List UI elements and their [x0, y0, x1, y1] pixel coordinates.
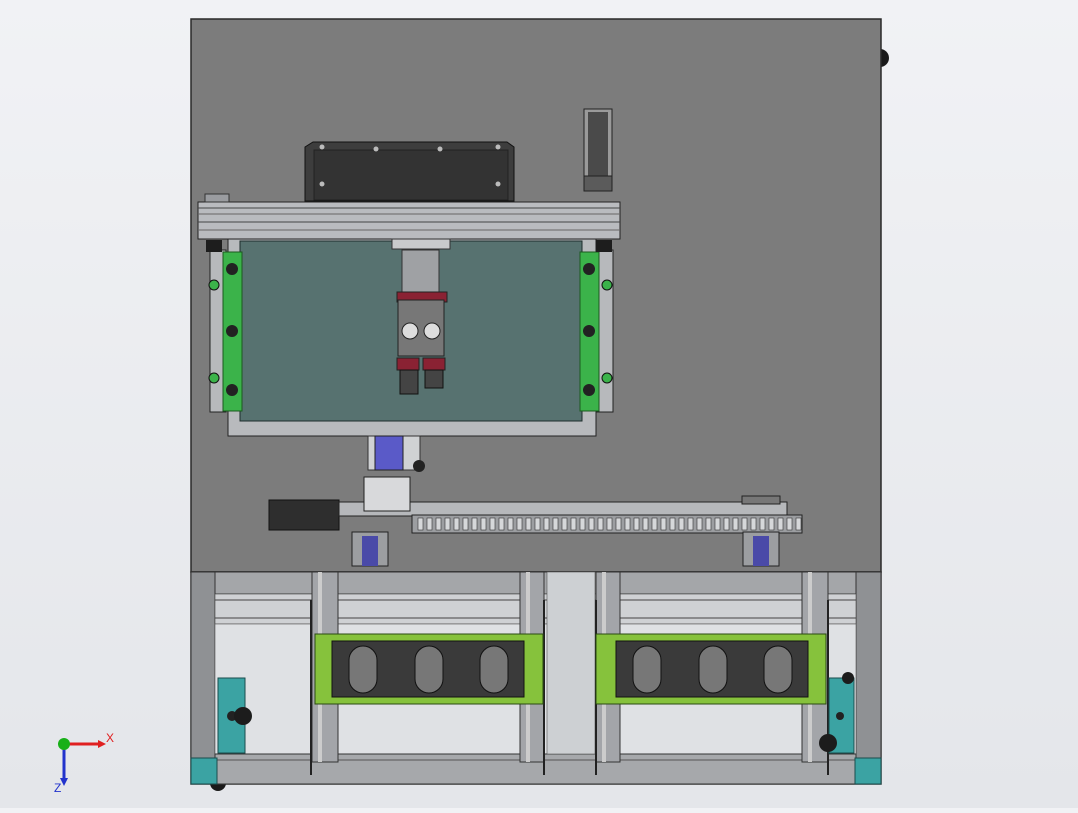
belt-tooth [552, 517, 559, 531]
teal-foot-right [854, 757, 882, 785]
belt-tooth [471, 517, 478, 531]
belt-tooth [606, 517, 613, 531]
belt-tooth [462, 517, 469, 531]
belt-teeth [417, 517, 802, 531]
belt-tooth [624, 517, 631, 531]
x-arrow-head [98, 740, 106, 748]
belt-tooth [444, 517, 451, 531]
belt-tooth [543, 517, 550, 531]
machine-assembly-drawing [190, 18, 889, 791]
belt-tooth [687, 517, 694, 531]
belt-tooth [795, 517, 802, 531]
mesh-panel-left [314, 633, 544, 705]
belt-tooth [660, 517, 667, 531]
mesh-panel-right [595, 633, 827, 705]
y-axis-marker [58, 738, 70, 750]
belt-tooth [786, 517, 793, 531]
side-rail-left [206, 240, 243, 413]
belt-tooth [750, 517, 757, 531]
belt-tooth [759, 517, 766, 531]
belt-tooth [768, 517, 775, 531]
belt-tooth [579, 517, 586, 531]
belt-tooth [435, 517, 442, 531]
belt-tooth [678, 517, 685, 531]
belt-tooth [453, 517, 460, 531]
belt-tooth [570, 517, 577, 531]
coordinate-triad: X Z [54, 731, 114, 792]
z-axis-label: Z [54, 781, 61, 792]
side-rail-right [579, 240, 614, 413]
upper-housing [304, 141, 515, 202]
belt-tooth [714, 517, 721, 531]
belt-tooth [480, 517, 487, 531]
servo-motor-top [583, 108, 613, 192]
belt-tooth [633, 517, 640, 531]
belt-tooth [516, 517, 523, 531]
belt-tooth [669, 517, 676, 531]
belt-tooth [426, 517, 433, 531]
belt-tooth [741, 517, 748, 531]
belt-tooth [597, 517, 604, 531]
belt-tooth [615, 517, 622, 531]
belt-tooth [705, 517, 712, 531]
belt-tooth [534, 517, 541, 531]
cad-viewport[interactable] [0, 0, 1078, 808]
belt-tooth [498, 517, 505, 531]
belt-tooth [561, 517, 568, 531]
belt-tooth [651, 517, 658, 531]
belt-tooth [525, 517, 532, 531]
belt-tooth [507, 517, 514, 531]
belt-tooth [777, 517, 784, 531]
belt-tooth [588, 517, 595, 531]
belt-tooth [696, 517, 703, 531]
vertical-slide-block [367, 435, 425, 472]
teal-foot-left [190, 757, 218, 785]
belt-tooth [489, 517, 496, 531]
belt-tooth [732, 517, 739, 531]
x-axis-label: X [106, 731, 114, 745]
belt-tooth [723, 517, 730, 531]
belt-tooth [417, 517, 424, 531]
belt-tooth [642, 517, 649, 531]
